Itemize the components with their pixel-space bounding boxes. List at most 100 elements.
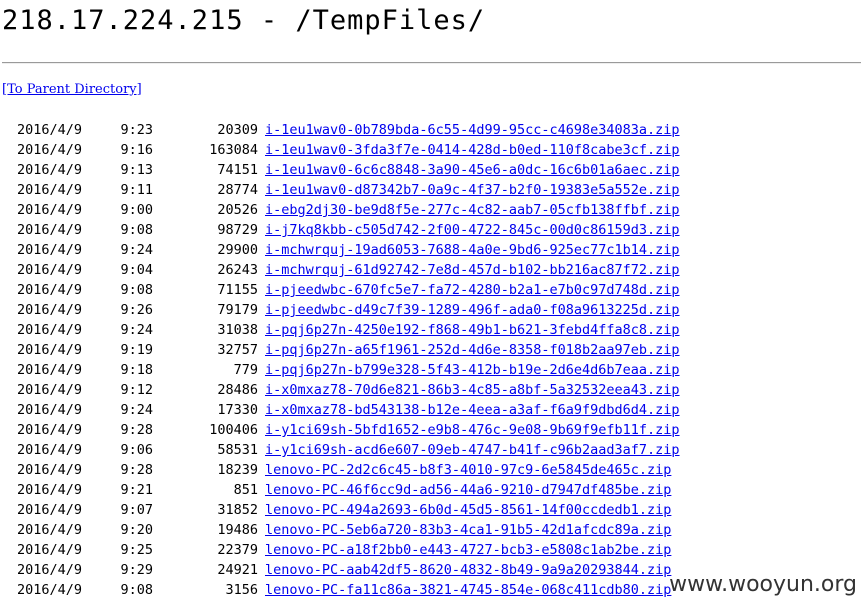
file-size: 22379 <box>217 542 258 558</box>
file-time: 9:13 <box>120 162 153 178</box>
file-size: 32757 <box>217 342 258 358</box>
file-date: 2016/4/9 <box>17 302 83 318</box>
file-link[interactable]: lenovo-PC-46f6cc9d-ad56-44a6-9210-d7947d… <box>265 480 671 500</box>
file-row: 2016/4/9 9:28 100406 i-y1ci69sh-5bfd1652-e9… <box>0 420 863 440</box>
file-time: 9:25 <box>120 542 153 558</box>
file-date: 2016/4/9 <box>17 442 83 458</box>
file-row: 2016/4/9 9:21 851 lenovo-PC-46f6cc9d-ad56-4… <box>0 480 863 500</box>
file-link[interactable]: i-1eu1wav0-d87342b7-0a9c-4f37-b2f0-19383… <box>265 180 680 200</box>
file-size: 100406 <box>209 422 258 438</box>
file-link[interactable]: i-j7kq8kbb-c505d742-2f00-4722-845c-00d0c… <box>265 220 680 240</box>
file-row: 2016/4/9 9:04 26243 i-mchwrquj-61d92742-7e8… <box>0 260 863 280</box>
file-link[interactable]: i-1eu1wav0-3fda3f7e-0414-428d-b0ed-110f8… <box>265 140 680 160</box>
file-date: 2016/4/9 <box>17 482 83 498</box>
file-date: 2016/4/9 <box>17 502 83 518</box>
file-link[interactable]: i-mchwrquj-61d92742-7e8d-457d-b102-bb216… <box>265 260 680 280</box>
file-link[interactable]: lenovo-PC-fa11c86a-3821-4745-854e-068c41… <box>265 580 671 600</box>
file-size: 26243 <box>217 262 258 278</box>
file-size: 851 <box>233 482 258 498</box>
file-time: 9:23 <box>120 122 153 138</box>
file-row: 2016/4/9 9:08 98729 i-j7kq8kbb-c505d742-2f0… <box>0 220 863 240</box>
file-date: 2016/4/9 <box>17 142 83 158</box>
file-size: 19486 <box>217 522 258 538</box>
file-link[interactable]: lenovo-PC-5eb6a720-83b3-4ca1-91b5-42d1af… <box>265 520 671 540</box>
file-date: 2016/4/9 <box>17 582 83 598</box>
file-date: 2016/4/9 <box>17 422 83 438</box>
file-link[interactable]: i-pqj6p27n-a65f1961-252d-4d6e-8358-f018b… <box>265 340 680 360</box>
file-time: 9:28 <box>120 422 153 438</box>
file-row: 2016/4/9 9:11 28774 i-1eu1wav0-d87342b7-0a9… <box>0 180 863 200</box>
page-title: 218.17.224.215 - /TempFiles/ <box>2 5 486 36</box>
file-date: 2016/4/9 <box>17 382 83 398</box>
file-row: 2016/4/9 9:23 20309 i-1eu1wav0-0b789bda-6c5… <box>0 120 863 140</box>
file-time: 9:28 <box>120 462 153 478</box>
file-date: 2016/4/9 <box>17 562 83 578</box>
file-time: 9:12 <box>120 382 153 398</box>
file-date: 2016/4/9 <box>17 322 83 338</box>
file-link[interactable]: i-1eu1wav0-6c6c8848-3a90-45e6-a0dc-16c6b… <box>265 160 680 180</box>
file-time: 9:21 <box>120 482 153 498</box>
file-date: 2016/4/9 <box>17 522 83 538</box>
file-link[interactable]: i-1eu1wav0-0b789bda-6c55-4d99-95cc-c4698… <box>265 120 680 140</box>
file-link[interactable]: i-x0mxaz78-bd543138-b12e-4eea-a3af-f6a9f… <box>265 400 680 420</box>
file-time: 9:20 <box>120 522 153 538</box>
file-size: 28486 <box>217 382 258 398</box>
file-link[interactable]: i-y1ci69sh-acd6e607-09eb-4747-b41f-c96b2… <box>265 440 680 460</box>
file-size: 31038 <box>217 322 258 338</box>
file-row: 2016/4/9 9:18 779 i-pqj6p27n-b799e328-5f43-… <box>0 360 863 380</box>
file-size: 18239 <box>217 462 258 478</box>
file-size: 17330 <box>217 402 258 418</box>
file-size: 3156 <box>225 582 258 598</box>
file-date: 2016/4/9 <box>17 342 83 358</box>
file-row: 2016/4/9 9:06 58531 i-y1ci69sh-acd6e607-09e… <box>0 440 863 460</box>
file-link[interactable]: lenovo-PC-2d2c6c45-b8f3-4010-97c9-6e5845… <box>265 460 671 480</box>
file-link[interactable]: lenovo-PC-494a2693-6b0d-45d5-8561-14f00c… <box>265 500 671 520</box>
file-date: 2016/4/9 <box>17 242 83 258</box>
file-time: 9:19 <box>120 342 153 358</box>
file-date: 2016/4/9 <box>17 362 83 378</box>
file-date: 2016/4/9 <box>17 202 83 218</box>
file-link[interactable]: i-y1ci69sh-5bfd1652-e9b8-476c-9e08-9b69f… <box>265 420 680 440</box>
file-time: 9:11 <box>120 182 153 198</box>
header-divider <box>2 62 861 64</box>
file-size: 24921 <box>217 562 258 578</box>
file-link[interactable]: lenovo-PC-a18f2bb0-e443-4727-bcb3-e5808c… <box>265 540 671 560</box>
parent-directory-link[interactable]: [To Parent Directory] <box>2 82 142 97</box>
file-link[interactable]: i-x0mxaz78-70d6e821-86b3-4c85-a8bf-5a325… <box>265 380 680 400</box>
file-size: 20309 <box>217 122 258 138</box>
file-time: 9:00 <box>120 202 153 218</box>
file-time: 9:26 <box>120 302 153 318</box>
file-link[interactable]: i-pqj6p27n-4250e192-f868-49b1-b621-3febd… <box>265 320 680 340</box>
file-size: 28774 <box>217 182 258 198</box>
file-time: 9:18 <box>120 362 153 378</box>
file-date: 2016/4/9 <box>17 542 83 558</box>
file-row: 2016/4/9 9:25 22379 lenovo-PC-a18f2bb0-e443… <box>0 540 863 560</box>
file-time: 9:08 <box>120 222 153 238</box>
file-time: 9:24 <box>120 242 153 258</box>
file-link[interactable]: lenovo-PC-aab42df5-8620-4832-8b49-9a9a20… <box>265 560 671 580</box>
file-size: 779 <box>233 362 258 378</box>
file-size: 74151 <box>217 162 258 178</box>
file-link[interactable]: i-pqj6p27n-b799e328-5f43-412b-b19e-2d6e4… <box>265 360 680 380</box>
file-link[interactable]: i-mchwrquj-19ad6053-7688-4a0e-9bd6-925ec… <box>265 240 680 260</box>
parent-directory-row: [To Parent Directory] <box>2 82 142 97</box>
file-size: 20526 <box>217 202 258 218</box>
file-time: 9:29 <box>120 562 153 578</box>
file-link[interactable]: i-pjeedwbc-d49c7f39-1289-496f-ada0-f08a9… <box>265 300 680 320</box>
file-row: 2016/4/9 9:12 28486 i-x0mxaz78-70d6e821-86b… <box>0 380 863 400</box>
file-row: 2016/4/9 9:24 31038 i-pqj6p27n-4250e192-f86… <box>0 320 863 340</box>
file-row: 2016/4/9 9:26 79179 i-pjeedwbc-d49c7f39-128… <box>0 300 863 320</box>
file-date: 2016/4/9 <box>17 222 83 238</box>
file-time: 9:24 <box>120 402 153 418</box>
file-row: 2016/4/9 9:16 163084 i-1eu1wav0-3fda3f7e-04… <box>0 140 863 160</box>
file-link[interactable]: i-pjeedwbc-670fc5e7-fa72-4280-b2a1-e7b0c… <box>265 280 680 300</box>
file-date: 2016/4/9 <box>17 462 83 478</box>
file-link[interactable]: i-ebg2dj30-be9d8f5e-277c-4c82-aab7-05cfb… <box>265 200 680 220</box>
file-time: 9:06 <box>120 442 153 458</box>
file-listing: 2016/4/9 9:23 20309 i-1eu1wav0-0b789bda-6c5… <box>0 120 863 600</box>
watermark-text: www.wooyun.org <box>669 572 857 597</box>
file-date: 2016/4/9 <box>17 122 83 138</box>
file-row: 2016/4/9 9:00 20526 i-ebg2dj30-be9d8f5e-277… <box>0 200 863 220</box>
file-date: 2016/4/9 <box>17 162 83 178</box>
file-size: 29900 <box>217 242 258 258</box>
